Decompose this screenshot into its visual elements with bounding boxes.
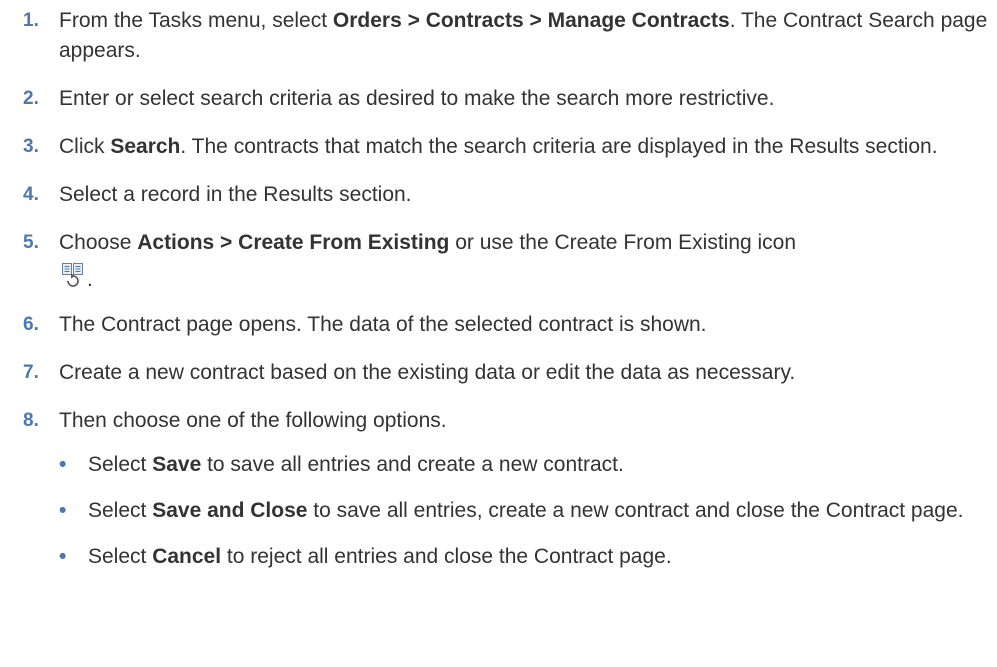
step-1: 1. From the Tasks menu, select Orders > … <box>0 6 997 66</box>
button-name: Save <box>152 453 202 476</box>
step-number: 1. <box>23 10 39 31</box>
step-text: From the Tasks menu, select <box>59 9 333 32</box>
menu-path: Actions > Create From Existing <box>137 231 450 254</box>
step-text: or use the Create From Existing icon <box>449 231 797 254</box>
create-from-existing-icon <box>61 262 87 299</box>
step-number: 6. <box>23 314 39 335</box>
step-number: 8. <box>23 410 39 431</box>
button-name: Cancel <box>152 545 222 568</box>
options-list: • Select Save to save all entries and cr… <box>59 450 997 572</box>
bullet: • <box>59 499 67 522</box>
option-save: • Select Save to save all entries and cr… <box>59 450 997 480</box>
step-text: The Contract page opens. The data of the… <box>59 313 707 336</box>
step-4: 4. Select a record in the Results sectio… <box>0 180 997 210</box>
step-number: 7. <box>23 362 39 383</box>
step-text: Enter or select search criteria as desir… <box>59 87 775 110</box>
step-2: 2. Enter or select search criteria as de… <box>0 84 997 114</box>
option-text: Select <box>88 499 153 522</box>
option-text: Select <box>88 545 153 568</box>
procedure-steps: 1. From the Tasks menu, select Orders > … <box>0 0 997 572</box>
option-text: to save all entries, create a new contra… <box>307 499 964 522</box>
step-number: 4. <box>23 184 39 205</box>
option-cancel: • Select Cancel to reject all entries an… <box>59 542 997 572</box>
step-text: Click <box>59 135 111 158</box>
step-8: 8. Then choose one of the following opti… <box>0 406 997 572</box>
step-text: Choose <box>59 231 138 254</box>
step-text: . <box>87 268 93 292</box>
step-number: 2. <box>23 88 39 109</box>
step-text: . The contracts that match the search cr… <box>180 135 938 158</box>
step-text: Create a new contract based on the exist… <box>59 361 796 384</box>
icon-line: . <box>59 262 997 292</box>
step-3: 3. Click Search. The contracts that matc… <box>0 132 997 162</box>
step-6: 6. The Contract page opens. The data of … <box>0 310 997 340</box>
step-7: 7. Create a new contract based on the ex… <box>0 358 997 388</box>
option-text: Select <box>88 453 153 476</box>
menu-path: Orders > Contracts > Manage Contracts <box>332 9 730 32</box>
button-name: Save and Close <box>152 499 308 522</box>
option-save-and-close: • Select Save and Close to save all entr… <box>59 496 997 526</box>
step-5: 5. Choose Actions > Create From Existing… <box>0 228 997 292</box>
option-text: to save all entries and create a new con… <box>201 453 624 476</box>
step-text: Select a record in the Results section. <box>59 183 412 206</box>
button-name: Search <box>110 135 181 158</box>
bullet: • <box>59 545 67 568</box>
option-text: to reject all entries and close the Cont… <box>221 545 672 568</box>
step-text: Then choose one of the following options… <box>59 409 447 432</box>
bullet: • <box>59 453 67 476</box>
step-number: 5. <box>23 232 39 253</box>
step-number: 3. <box>23 136 39 157</box>
